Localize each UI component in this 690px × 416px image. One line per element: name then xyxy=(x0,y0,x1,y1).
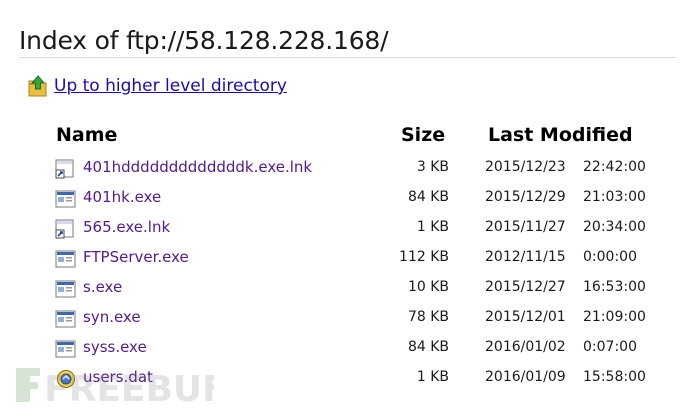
shortcut-file-icon[interactable] xyxy=(55,159,77,179)
column-header-modified[interactable]: Last Modified xyxy=(488,124,633,146)
table-row[interactable]: syss.exe 84 KB 2016/01/02 0:07:00 xyxy=(0,336,690,362)
file-size: 10 KB xyxy=(407,279,449,295)
file-link[interactable]: syss.exe xyxy=(83,338,147,356)
file-date: 2016/01/09 xyxy=(485,369,566,385)
file-size: 112 KB xyxy=(399,249,449,265)
file-link[interactable]: syn.exe xyxy=(83,308,141,326)
file-time: 21:03:00 xyxy=(583,189,646,205)
file-date: 2015/12/01 xyxy=(485,309,566,325)
table-row[interactable]: FTPServer.exe 112 KB 2012/11/15 0:00:00 xyxy=(0,246,690,272)
watermark-text: FREEBUF xyxy=(44,369,214,408)
shortcut-file-icon[interactable] xyxy=(55,219,77,239)
column-header-size[interactable]: Size xyxy=(401,124,445,146)
file-link[interactable]: 565.exe.lnk xyxy=(83,218,170,236)
table-row[interactable]: syn.exe 78 KB 2015/12/01 21:09:00 xyxy=(0,306,690,332)
executable-file-icon[interactable] xyxy=(55,249,77,269)
file-time: 0:00:00 xyxy=(583,249,637,265)
file-size: 84 KB xyxy=(407,189,449,205)
file-time: 20:34:00 xyxy=(583,219,646,235)
file-date: 2015/12/27 xyxy=(485,279,566,295)
file-link[interactable]: FTPServer.exe xyxy=(83,248,189,266)
executable-file-icon[interactable] xyxy=(55,279,77,299)
freebuf-watermark-logo: FREEBUF xyxy=(14,362,214,408)
column-header-name[interactable]: Name xyxy=(56,124,117,146)
file-size: 3 KB xyxy=(416,159,449,175)
executable-file-icon[interactable] xyxy=(55,339,77,359)
file-link[interactable]: s.exe xyxy=(83,278,122,296)
file-date: 2012/11/15 xyxy=(485,249,566,265)
file-size: 84 KB xyxy=(407,339,449,355)
file-time: 0:07:00 xyxy=(583,339,637,355)
executable-file-icon[interactable] xyxy=(55,189,77,209)
file-size: 78 KB xyxy=(407,309,449,325)
table-row[interactable]: 565.exe.lnk 1 KB 2015/11/27 20:34:00 xyxy=(0,216,690,242)
file-size: 1 KB xyxy=(416,369,449,385)
table-row[interactable]: 401hdddddddddddddk.exe.lnk 3 KB 2015/12/23… xyxy=(0,156,690,182)
file-time: 16:53:00 xyxy=(583,279,646,295)
file-link[interactable]: 401hk.exe xyxy=(83,188,161,206)
file-size: 1 KB xyxy=(416,219,449,235)
page-title: Index of ftp://58.128.228.168/ xyxy=(19,26,389,55)
title-divider xyxy=(19,57,676,58)
executable-file-icon[interactable] xyxy=(55,309,77,329)
file-time: 15:58:00 xyxy=(583,369,646,385)
file-link[interactable]: 401hdddddddddddddk.exe.lnk xyxy=(83,158,312,176)
file-date: 2015/12/23 xyxy=(485,159,566,175)
up-directory-row: Up to higher level directory xyxy=(28,74,287,98)
up-directory-link[interactable]: Up to higher level directory xyxy=(54,76,287,96)
table-row[interactable]: s.exe 10 KB 2015/12/27 16:53:00 xyxy=(0,276,690,302)
file-date: 2015/11/27 xyxy=(485,219,566,235)
table-row[interactable]: 401hk.exe 84 KB 2015/12/29 21:03:00 xyxy=(0,186,690,212)
file-date: 2015/12/29 xyxy=(485,189,566,205)
up-folder-icon[interactable] xyxy=(28,75,48,97)
file-date: 2016/01/02 xyxy=(485,339,566,355)
file-time: 22:42:00 xyxy=(583,159,646,175)
file-time: 21:09:00 xyxy=(583,309,646,325)
